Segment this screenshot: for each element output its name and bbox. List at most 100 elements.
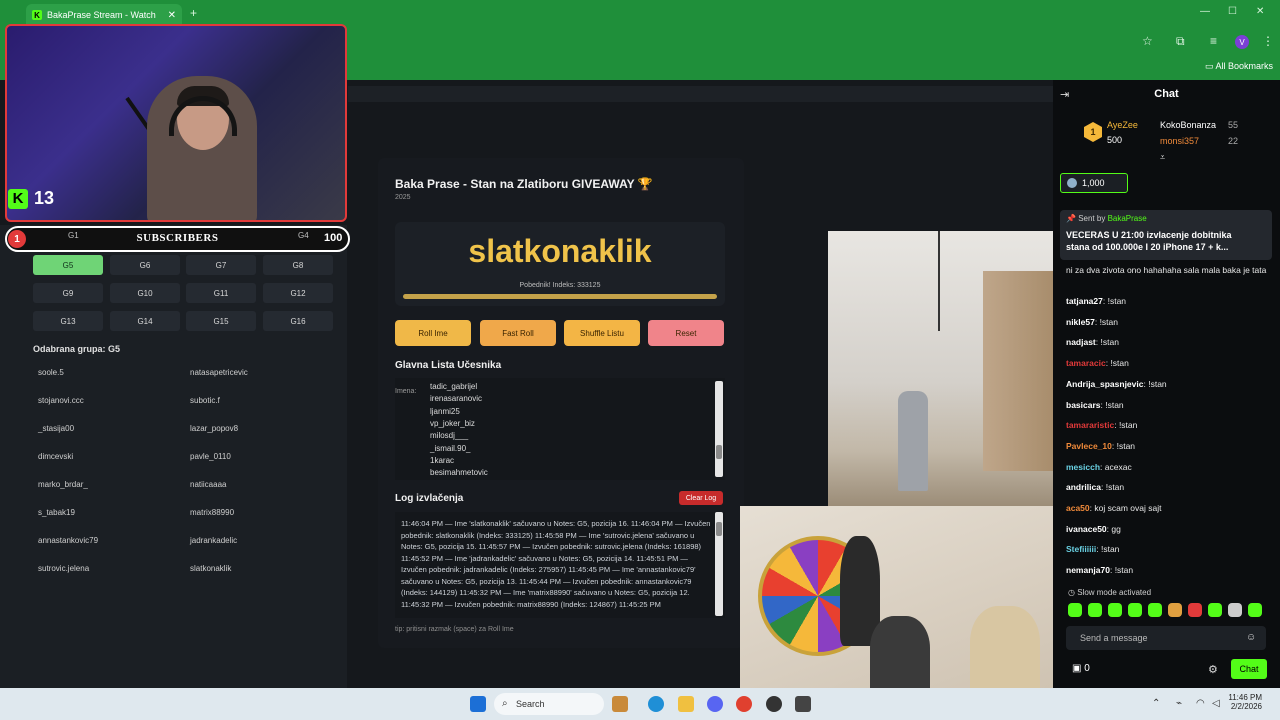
log-scroll-thumb[interactable] — [716, 522, 722, 536]
chat-username[interactable]: mesicch — [1066, 462, 1100, 472]
menu-kebab-icon[interactable]: ⋮ — [1262, 34, 1274, 48]
chat-text: !stan — [1100, 544, 1120, 555]
group-button-g16[interactable]: G16 — [263, 311, 333, 331]
chat-username[interactable]: nadjast — [1066, 337, 1096, 347]
widget-icon[interactable] — [612, 696, 628, 712]
extensions-icon[interactable]: ⧉ — [1176, 34, 1185, 49]
chat-message: andrilica: !stan — [1066, 482, 1125, 493]
chat-username[interactable]: andrilica — [1066, 482, 1101, 492]
participant-name: 1karac — [430, 455, 455, 465]
network-icon[interactable]: ⌁ — [1176, 698, 1182, 709]
group-button-g14[interactable]: G14 — [110, 311, 180, 331]
participant-list-title: Glavna Lista Učesnika — [395, 360, 502, 371]
search-icon: ⌕ — [502, 698, 508, 709]
new-tab-icon[interactable]: + — [190, 6, 197, 20]
clear-log-button[interactable]: Clear Log — [679, 491, 723, 505]
group-button-g7[interactable]: G7 — [186, 255, 256, 275]
list-scroll-thumb[interactable] — [716, 445, 722, 459]
profile-avatar[interactable]: V — [1235, 35, 1249, 49]
shuffle-button[interactable]: Shuffle Listu — [564, 320, 640, 346]
reset-button[interactable]: Reset — [648, 320, 724, 346]
gifter-1-name[interactable]: AyeZee — [1107, 120, 1138, 130]
chat-username[interactable]: Pavlece_10 — [1066, 441, 1112, 451]
chat-username[interactable]: basicars — [1066, 400, 1101, 410]
group-button-g10[interactable]: G10 — [110, 283, 180, 303]
maximize-icon[interactable]: ☐ — [1228, 6, 1237, 17]
wifi-icon[interactable]: ◠ — [1196, 698, 1205, 709]
giveaway-year: 2025 — [395, 194, 411, 201]
close-window-icon[interactable]: ✕ — [1256, 6, 1264, 17]
file-explorer-icon[interactable] — [678, 696, 694, 712]
emote-icon[interactable] — [1088, 603, 1102, 617]
group-button-g6[interactable]: G6 — [110, 255, 180, 275]
webcam-overlay — [5, 24, 347, 222]
chat-username[interactable]: nikle57 — [1066, 317, 1095, 327]
taskbar-clock[interactable]: 11:46 PM 2/2/2026 — [1226, 693, 1262, 711]
chat-points[interactable]: ▣ 0 — [1072, 663, 1090, 674]
media-icon[interactable]: ≡ — [1210, 34, 1217, 48]
emoji-picker-icon[interactable]: ☺ — [1246, 632, 1256, 643]
draw-log[interactable]: 11:46:04 PM — Ime 'slatkonaklik' sačuvan… — [395, 512, 725, 618]
minimize-icon[interactable]: — — [1200, 6, 1210, 17]
browser-tab[interactable]: K BakaPrase Stream - Watch ✕ — [26, 4, 182, 26]
all-bookmarks[interactable]: ▭ All Bookmarks — [1205, 61, 1273, 72]
chat-username[interactable]: aca50 — [1066, 503, 1090, 513]
member-name: pavle_0110 — [190, 452, 231, 461]
chat-text: !stan — [1148, 378, 1167, 389]
group-button-g5[interactable]: G5 — [33, 255, 103, 275]
member-name: natiicaaaa — [190, 480, 227, 489]
emote-icon[interactable] — [1148, 603, 1162, 617]
chat-username[interactable]: Stefiiiiii — [1066, 544, 1096, 554]
gifter-2-name[interactable]: KokoBonanza — [1160, 120, 1216, 130]
fast-roll-button[interactable]: Fast Roll — [480, 320, 556, 346]
follower-counter: K 13 — [8, 188, 54, 209]
chat-username[interactable]: ivanace50 — [1066, 524, 1107, 534]
group-button-g12[interactable]: G12 — [263, 283, 333, 303]
gear-icon[interactable]: ⚙ — [1208, 663, 1218, 676]
group-button-g9[interactable]: G9 — [33, 283, 103, 303]
emote-icon[interactable] — [1228, 603, 1242, 617]
subs-label: SUBSCRIBERS — [136, 232, 219, 244]
chat-send-button[interactable]: Chat — [1231, 659, 1267, 679]
roll-progress-fill — [403, 294, 717, 299]
emote-icon[interactable] — [1208, 603, 1222, 617]
group-button-g15[interactable]: G15 — [186, 311, 256, 331]
discord-icon[interactable] — [707, 696, 723, 712]
list-scrollbar[interactable] — [715, 381, 723, 477]
group-button-g13[interactable]: G13 — [33, 311, 103, 331]
bookmark-star-icon[interactable]: ☆ — [1142, 34, 1153, 48]
chat-username[interactable]: Andrija_spasnjevic — [1066, 379, 1143, 389]
emote-icon[interactable] — [1168, 603, 1182, 617]
expand-icon[interactable]: ⩡ — [1160, 152, 1165, 163]
emote-icon[interactable] — [1248, 603, 1262, 617]
kicks-pill[interactable]: 1,000 — [1060, 173, 1128, 193]
chrome-icon[interactable] — [736, 696, 752, 712]
app-icon[interactable] — [795, 696, 811, 712]
obs-icon[interactable] — [766, 696, 782, 712]
volume-icon[interactable]: ◁ — [1212, 698, 1220, 709]
person-figure — [898, 391, 928, 491]
gifter-3-name[interactable]: monsi357 — [1160, 136, 1199, 146]
emote-icon[interactable] — [1128, 603, 1142, 617]
emote-icon[interactable] — [1188, 603, 1202, 617]
close-tab-icon[interactable]: ✕ — [168, 10, 176, 21]
emote-icon[interactable] — [1068, 603, 1082, 617]
emote-icon[interactable] — [1108, 603, 1122, 617]
chat-message: aca50: koj scam ovaj sajt — [1066, 503, 1162, 513]
chat-username[interactable]: tamaracic — [1066, 358, 1106, 368]
chat-input[interactable]: Send a message — [1066, 626, 1266, 650]
edge-icon[interactable] — [648, 696, 664, 712]
emote-bar — [1068, 603, 1262, 617]
chat-username[interactable]: nemanja70 — [1066, 565, 1110, 575]
member-name: marko_brdar_ — [38, 480, 88, 489]
group-button-g8[interactable]: G8 — [263, 255, 333, 275]
chat-username[interactable]: tatjana27 — [1066, 296, 1103, 306]
chat-message: Stefiiiiii: !stan — [1066, 544, 1120, 555]
chat-username[interactable]: tamararistic — [1066, 420, 1114, 430]
tray-chevron-icon[interactable]: ⌃ — [1152, 698, 1160, 709]
roll-button[interactable]: Roll Ime — [395, 320, 471, 346]
windows-start-icon[interactable] — [470, 696, 486, 712]
taskbar-search[interactable]: Search — [494, 693, 604, 715]
chat-message: ivanace50: gg — [1066, 523, 1121, 534]
group-button-g11[interactable]: G11 — [186, 283, 256, 303]
